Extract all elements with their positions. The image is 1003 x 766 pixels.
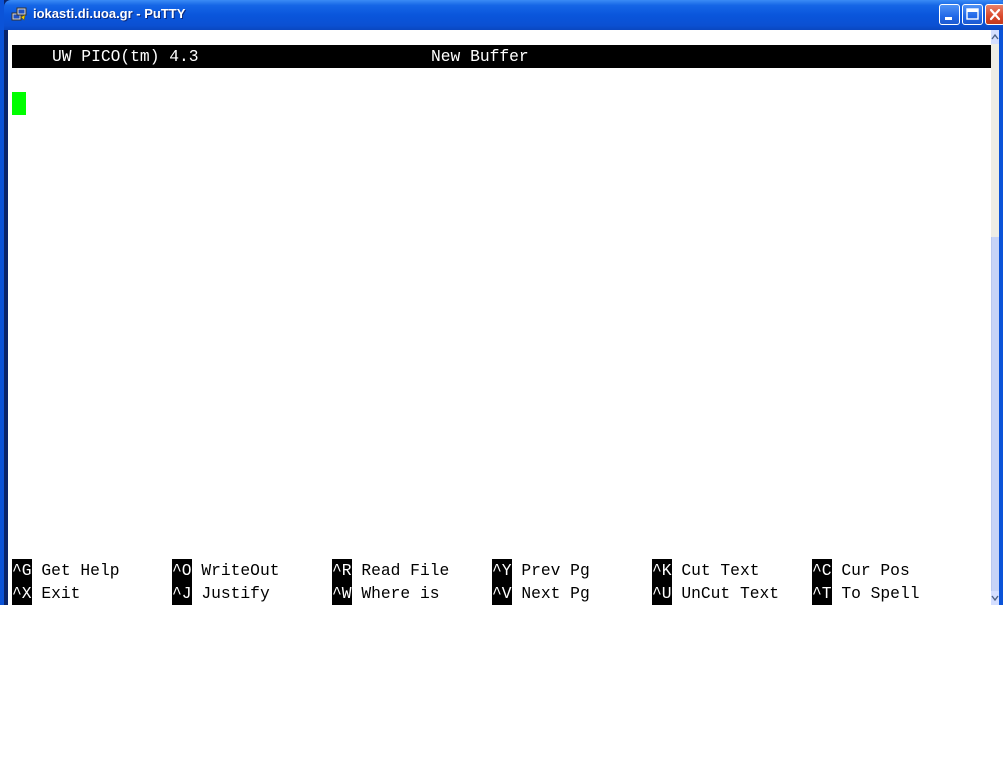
maximize-icon	[966, 8, 979, 20]
buffer-name: New Buffer	[431, 47, 529, 66]
shortcut-key: ^V	[492, 582, 512, 605]
shortcut-key: ^W	[332, 582, 352, 605]
minimize-button[interactable]	[939, 4, 960, 25]
shortcut-cur-pos[interactable]: ^C Cur Pos	[812, 559, 910, 582]
shortcut-next-pg[interactable]: ^V Next Pg	[492, 582, 590, 605]
scroll-up-arrow[interactable]	[991, 30, 999, 44]
scroll-thumb[interactable]	[991, 237, 999, 597]
chevron-up-icon	[991, 33, 999, 40]
shortcut-justify[interactable]: ^J Justify	[172, 582, 270, 605]
close-button[interactable]	[985, 4, 1003, 25]
shortcut-label: Prev Pg	[521, 561, 590, 580]
vertical-scrollbar[interactable]	[991, 30, 999, 605]
shortcut-label: WriteOut	[201, 561, 280, 580]
shortcut-row-2: ^X Exit ^J Justify ^W Where is ^V Next P…	[12, 582, 991, 605]
shortcut-where-is[interactable]: ^W Where is	[332, 582, 440, 605]
title-bar[interactable]: iokasti.di.uoa.gr - PuTTY	[4, 0, 1003, 30]
shortcut-key: ^T	[812, 582, 832, 605]
shortcut-to-spell[interactable]: ^T To Spell	[812, 582, 920, 605]
shortcut-key: ^Y	[492, 559, 512, 582]
shortcut-key: ^O	[172, 559, 192, 582]
shortcut-label: Get Help	[41, 561, 120, 580]
minimize-icon	[945, 17, 952, 20]
shortcut-key: ^J	[172, 582, 192, 605]
shortcut-key: ^R	[332, 559, 352, 582]
shortcut-label: To Spell	[841, 584, 920, 603]
putty-window: iokasti.di.uoa.gr - PuTTY UW PICO(tm) 4.…	[0, 0, 1003, 605]
shortcut-key: ^X	[12, 582, 32, 605]
shortcut-label: Exit	[41, 584, 81, 603]
shortcut-key: ^C	[812, 559, 832, 582]
close-icon	[989, 8, 1001, 21]
scroll-down-arrow[interactable]	[991, 591, 999, 605]
maximize-button[interactable]	[962, 4, 983, 25]
window-title: iokasti.di.uoa.gr - PuTTY	[33, 6, 186, 21]
putty-terminal-icon	[11, 7, 27, 21]
terminal-client-area: UW PICO(tm) 4.3 New Buffer ^G Get Help ^…	[8, 30, 999, 605]
shortcut-key: ^K	[652, 559, 672, 582]
shortcut-key: ^U	[652, 582, 672, 605]
shortcut-cut-text[interactable]: ^K Cut Text	[652, 559, 760, 582]
shortcut-label: Next Pg	[521, 584, 590, 603]
shortcut-key: ^G	[12, 559, 32, 582]
shortcut-get-help[interactable]: ^G Get Help	[12, 559, 120, 582]
shortcut-label: UnCut Text	[681, 584, 780, 603]
shortcut-label: Where is	[361, 584, 440, 603]
shortcut-exit[interactable]: ^X Exit	[12, 582, 80, 605]
chevron-down-icon	[991, 595, 999, 602]
pico-header: UW PICO(tm) 4.3 New Buffer	[12, 45, 991, 68]
text-cursor	[12, 92, 26, 115]
shortcut-uncut-text[interactable]: ^U UnCut Text	[652, 582, 779, 605]
shortcut-label: Cut Text	[681, 561, 760, 580]
shortcut-label: Read File	[361, 561, 450, 580]
program-name: UW PICO(tm) 4.3	[52, 47, 199, 66]
terminal-screen[interactable]: UW PICO(tm) 4.3 New Buffer ^G Get Help ^…	[12, 30, 991, 605]
shortcut-label: Cur Pos	[841, 561, 910, 580]
shortcut-prev-pg[interactable]: ^Y Prev Pg	[492, 559, 590, 582]
shortcut-read-file[interactable]: ^R Read File	[332, 559, 449, 582]
shortcut-row-1: ^G Get Help ^O WriteOut ^R Read File ^Y …	[12, 559, 991, 582]
shortcut-writeout[interactable]: ^O WriteOut	[172, 559, 280, 582]
shortcut-label: Justify	[201, 584, 270, 603]
